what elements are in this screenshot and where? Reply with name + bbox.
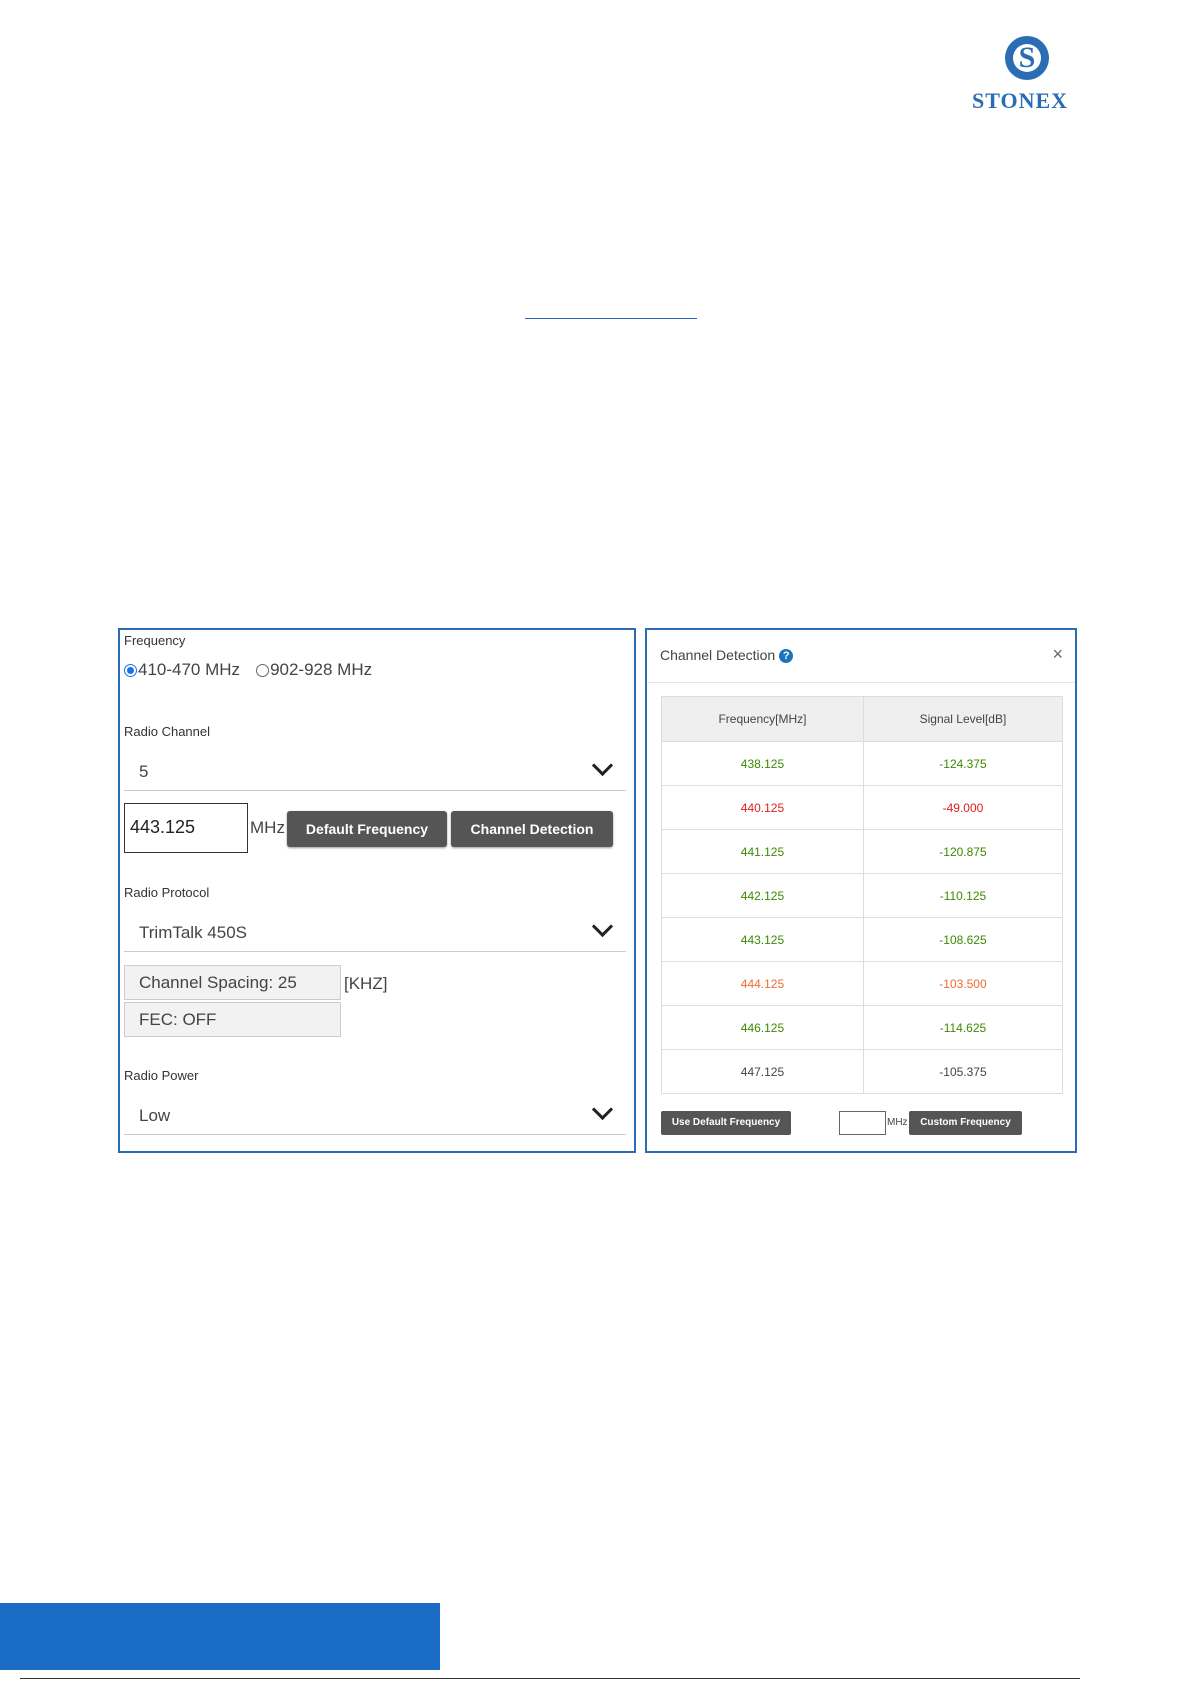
signal-level-cell: -103.500 xyxy=(862,961,1064,1006)
radio-channel-value: 5 xyxy=(139,762,149,781)
chevron-down-icon xyxy=(591,1098,614,1121)
help-icon[interactable]: ? xyxy=(779,649,794,663)
signal-level-cell: -124.375 xyxy=(862,741,1064,786)
use-default-frequency-button[interactable]: Use Default Frequency xyxy=(661,1111,791,1135)
custom-frequency-input[interactable] xyxy=(839,1111,886,1135)
chevron-down-icon xyxy=(591,754,614,777)
dialog-header: Channel Detection? × xyxy=(647,630,1075,683)
table-row[interactable]: 442.125 -110.125 xyxy=(661,873,1064,918)
band-radio-902-928[interactable] xyxy=(256,663,270,677)
radio-protocol-value: TrimTalk 450S xyxy=(139,923,248,942)
frequency-cell: 440.125 xyxy=(661,785,864,830)
default-frequency-button[interactable]: Default Frequency xyxy=(287,811,447,847)
footer-divider xyxy=(20,1678,1080,1679)
channel-detection-table: Frequency[MHz] Signal Level[dB] 438.125-… xyxy=(661,696,1064,1094)
stonex-logo-text: STONEX xyxy=(971,88,1069,113)
table-row[interactable]: 446.125 -114.625 xyxy=(661,1005,1064,1050)
channel-detection-rows: 438.125 -124.375 440.125 -49.000 441.125 -120… xyxy=(661,741,1064,1094)
channel-detection-button[interactable]: Channel Detection xyxy=(451,811,613,847)
custom-frequency-button[interactable]: Custom Frequency xyxy=(909,1111,1022,1135)
frequency-cell: 441.125 xyxy=(661,829,864,874)
table-row[interactable]: 447.125 -105.375 xyxy=(661,1049,1064,1094)
frequency-cell: 444.125 xyxy=(661,961,864,1006)
radio-channel-label: Radio Channel xyxy=(124,724,211,739)
footer-bar xyxy=(0,1603,440,1670)
table-row[interactable]: 441.125 -120.875 xyxy=(661,829,1064,874)
radio-protocol-label: Radio Protocol xyxy=(124,885,210,900)
column-header-signal-level: Signal Level[dB] xyxy=(862,696,1064,742)
signal-level-cell: -105.375 xyxy=(862,1049,1064,1094)
radio-protocol-select[interactable]: TrimTalk 450S xyxy=(124,911,626,952)
frequency-cell: 438.125 xyxy=(661,741,864,786)
frequency-input[interactable]: 443.125 xyxy=(124,803,248,853)
column-header-frequency: Frequency[MHz] xyxy=(661,696,864,742)
signal-level-cell: -120.875 xyxy=(862,829,1064,874)
band-label-410-470: 410-470 MHz xyxy=(138,660,241,679)
mhz-unit-label: MHz xyxy=(887,1117,908,1128)
table-row[interactable]: 438.125 -124.375 xyxy=(661,741,1064,786)
channel-spacing-field: Channel Spacing: 25 xyxy=(124,965,341,1000)
radio-power-label: Radio Power xyxy=(124,1068,199,1083)
band-radio-group: 410-470 MHz 902-928 MHz xyxy=(124,660,388,680)
frequency-cell: 447.125 xyxy=(661,1049,864,1094)
frequency-cell: 443.125 xyxy=(661,917,864,962)
signal-level-cell: -49.000 xyxy=(862,785,1064,830)
stonex-logo: S STONEX xyxy=(960,36,1080,116)
radio-settings-panel: Frequency 410-470 MHz 902-928 MHz Radio … xyxy=(118,628,636,1153)
radio-power-select[interactable]: Low xyxy=(124,1094,626,1135)
frequency-cell: 442.125 xyxy=(661,873,864,918)
frequency-label: Frequency xyxy=(124,633,186,648)
signal-level-cell: -110.125 xyxy=(862,873,1064,918)
stonex-logo-mark: S xyxy=(1005,36,1049,80)
mhz-unit-label: MHz xyxy=(250,818,285,837)
fec-field: FEC: OFF xyxy=(124,1002,341,1037)
table-row[interactable]: 440.125 -49.000 xyxy=(661,785,1064,830)
frequency-cell: 446.125 xyxy=(661,1005,864,1050)
signal-level-cell: -108.625 xyxy=(862,917,1064,962)
dialog-title: Channel Detection? xyxy=(660,647,794,663)
hyperlink-underline[interactable] xyxy=(525,318,697,319)
band-radio-410-470[interactable] xyxy=(124,663,137,677)
radio-power-value: Low xyxy=(139,1106,171,1125)
band-label-902-928: 902-928 MHz xyxy=(270,660,373,679)
table-row[interactable]: 444.125 -103.500 xyxy=(661,961,1064,1006)
chevron-down-icon xyxy=(591,915,614,938)
close-icon[interactable]: × xyxy=(1052,644,1063,665)
table-row[interactable]: 443.125 -108.625 xyxy=(661,917,1064,962)
khz-unit-label: [KHZ] xyxy=(344,974,388,993)
signal-level-cell: -114.625 xyxy=(862,1005,1064,1050)
channel-detection-dialog: Channel Detection? × Frequency[MHz] Sign… xyxy=(645,628,1077,1153)
radio-channel-select[interactable]: 5 xyxy=(124,750,626,791)
